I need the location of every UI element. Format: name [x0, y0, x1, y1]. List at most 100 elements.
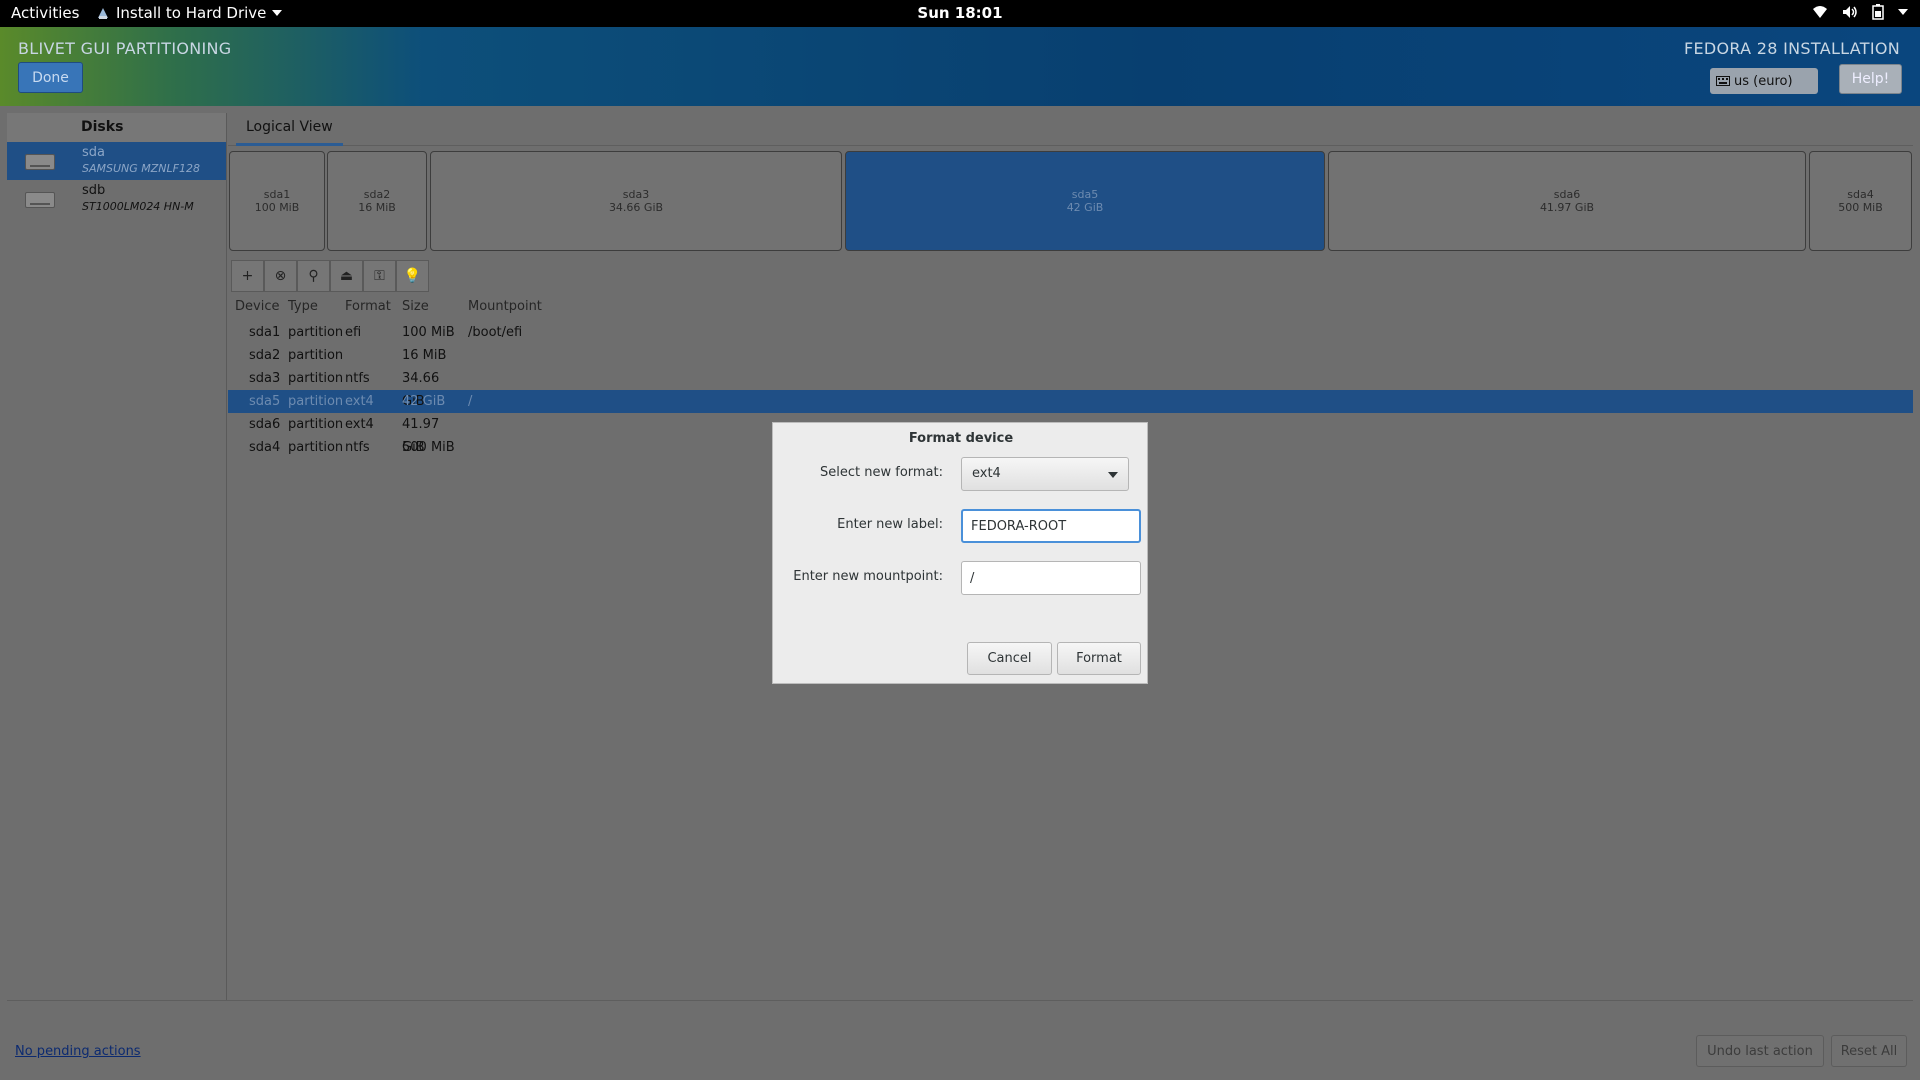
key-icon: ⚿	[374, 268, 385, 284]
partition-block-sda3[interactable]: sda3 34.66 GiB	[430, 151, 842, 251]
disk-model: SAMSUNG MZNLF128	[82, 162, 200, 175]
partition-block-sda4[interactable]: sda4 500 MiB	[1809, 151, 1912, 251]
cell-format: ntfs	[345, 371, 370, 386]
partition-block-size: 16 MiB	[358, 201, 396, 214]
cell-size: 42 GiB	[402, 394, 446, 409]
partition-block-name: sda2	[363, 188, 391, 201]
spoke-title: BLIVET GUI PARTITIONING	[18, 39, 232, 58]
partition-block-size: 100 MiB	[254, 201, 300, 214]
partition-block-name: sda3	[622, 188, 650, 201]
cell-type: partition	[288, 371, 344, 386]
column-header-device[interactable]: Device	[228, 299, 281, 321]
cell-mountpoint: /	[468, 394, 473, 409]
cell-mountpoint	[461, 367, 661, 390]
disks-sidebar: Disks sda SAMSUNG MZNLF128 sdb ST1000LM0…	[7, 113, 227, 1000]
actions-statusbar: No pending actions Undo last action Rese…	[7, 1000, 1913, 1080]
partition-block-sda6[interactable]: sda6 41.97 GiB	[1328, 151, 1806, 251]
keyboard-layout-label: us (euro)	[1734, 73, 1793, 89]
partition-block-size: 42 GiB	[1066, 201, 1104, 214]
new-label-input[interactable]	[961, 509, 1141, 543]
device-info-button[interactable]: 💡	[396, 260, 429, 292]
cell-size: 100 MiB	[402, 325, 455, 340]
clock[interactable]: Sun 18:01	[0, 4, 1920, 22]
partition-block-size: 41.97 GiB	[1539, 201, 1595, 214]
delete-icon: ⊗	[274, 268, 287, 284]
partition-block-name: sda4	[1847, 188, 1874, 201]
format-button[interactable]: Format	[1057, 642, 1141, 675]
partition-block-name: sda1	[263, 188, 291, 201]
table-row[interactable]: sda1 partition efi 100 MiB /boot/efi	[228, 321, 1913, 344]
keyboard-icon	[1716, 76, 1730, 86]
cell-format: ntfs	[345, 440, 370, 455]
partition-bar: sda1 100 MiB sda2 16 MiB sda3 34.66 GiB …	[228, 151, 1913, 253]
unmount-button[interactable]: ⏏	[330, 260, 363, 292]
table-header: Device Type Format Size Mountpoint	[228, 299, 1913, 321]
partition-block-size: 34.66 GiB	[608, 201, 664, 214]
new-label-label: Enter new label:	[837, 517, 943, 532]
cell-size: 41.97 GiB	[402, 417, 440, 455]
format-combobox[interactable]: ext4	[961, 457, 1129, 491]
partition-block-size: 500 MiB	[1838, 201, 1883, 214]
edit-device-button[interactable]: ⚲	[297, 260, 330, 292]
reset-all-button[interactable]: Reset All	[1831, 1035, 1907, 1067]
undo-last-action-button[interactable]: Undo last action	[1696, 1035, 1824, 1067]
cell-type: partition	[288, 417, 344, 432]
lightbulb-icon: 💡	[403, 268, 422, 284]
table-row[interactable]: sda3 partition ntfs 34.66 GiB	[228, 367, 1913, 409]
format-combobox-value: ext4	[972, 466, 1001, 481]
help-button[interactable]: Help!	[1839, 64, 1902, 94]
disks-heading: Disks	[7, 113, 226, 142]
table-row-selected[interactable]: sda5 partition ext4 42 GiB /	[228, 390, 1913, 413]
partition-block-name: sda6	[1553, 188, 1581, 201]
tab-logical-view[interactable]: Logical View	[236, 113, 343, 146]
format-device-dialog: Format device Select new format: ext4 En…	[772, 422, 1148, 684]
disk-name: sdb	[82, 183, 106, 198]
disk-item-sdb[interactable]: sdb ST1000LM024 HN-M	[7, 180, 226, 218]
partition-block-sda5[interactable]: sda5 42 GiB	[845, 151, 1325, 251]
cell-format: ext4	[345, 417, 374, 432]
delete-device-button[interactable]: ⊗	[264, 260, 297, 292]
system-menu-icon	[1898, 9, 1908, 15]
cell-device: sda2	[249, 348, 281, 363]
cell-type: partition	[288, 440, 344, 455]
disk-item-sda[interactable]: sda SAMSUNG MZNLF128	[7, 142, 226, 180]
system-tray[interactable]	[1812, 4, 1908, 20]
cell-device: sda1	[249, 325, 281, 340]
cell-mountpoint	[461, 413, 661, 436]
cell-device: sda4	[249, 440, 281, 455]
disk-name: sda	[82, 145, 105, 160]
installer-header: BLIVET GUI PARTITIONING FEDORA 28 INSTAL…	[0, 27, 1920, 106]
plus-icon: +	[241, 268, 254, 284]
cell-size: 16 MiB	[402, 348, 447, 363]
add-device-button[interactable]: +	[231, 260, 264, 292]
table-row[interactable]: sda2 partition 16 MiB	[228, 344, 1913, 367]
column-header-mountpoint[interactable]: Mountpoint	[461, 299, 661, 321]
pending-actions-link[interactable]: No pending actions	[15, 1044, 141, 1059]
hard-disk-icon	[25, 192, 55, 208]
hard-disk-icon	[25, 154, 55, 170]
cancel-button[interactable]: Cancel	[967, 642, 1052, 675]
new-mountpoint-label: Enter new mountpoint:	[793, 569, 943, 584]
partition-block-sda1[interactable]: sda1 100 MiB	[229, 151, 325, 251]
cell-mountpoint	[461, 436, 661, 459]
installation-title: FEDORA 28 INSTALLATION	[1683, 39, 1900, 58]
column-header-type[interactable]: Type	[281, 299, 338, 321]
battery-icon	[1872, 4, 1884, 20]
partition-block-sda2[interactable]: sda2 16 MiB	[327, 151, 427, 251]
decrypt-button[interactable]: ⚿	[363, 260, 396, 292]
device-toolbar: + ⊗ ⚲ ⏏ ⚿ 💡	[231, 260, 429, 292]
gnome-top-bar: Activities Install to Hard Drive Sun 18:…	[0, 0, 1920, 27]
cell-device: sda3	[249, 371, 281, 386]
format-label: Select new format:	[820, 465, 943, 480]
cell-size: 34.66 GiB	[402, 371, 440, 409]
cell-device: sda5	[249, 394, 281, 409]
new-mountpoint-input[interactable]	[961, 561, 1141, 595]
column-header-format[interactable]: Format	[338, 299, 395, 321]
view-tabs: Logical View	[228, 113, 1913, 146]
done-button[interactable]: Done	[18, 62, 83, 93]
eject-icon: ⏏	[339, 268, 354, 284]
cell-format: ext4	[345, 394, 374, 409]
cell-mountpoint	[461, 344, 661, 367]
keyboard-layout-indicator[interactable]: us (euro)	[1710, 68, 1818, 94]
column-header-size[interactable]: Size	[395, 299, 461, 321]
